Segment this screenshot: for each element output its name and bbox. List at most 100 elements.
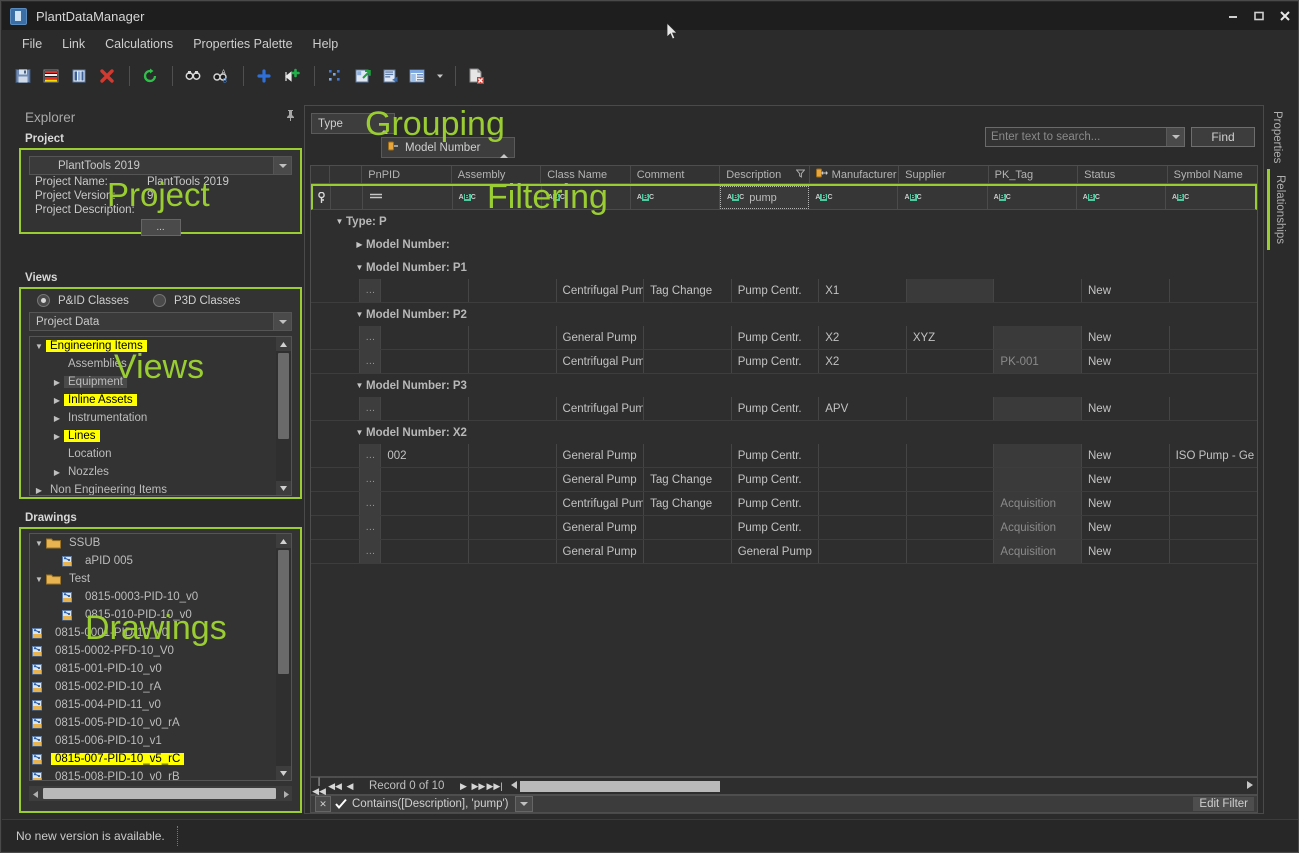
scroll-left-icon[interactable] — [508, 780, 520, 792]
table-row[interactable]: … Centrifugal Pump Tag Change Pump Centr… — [311, 492, 1257, 516]
tree-item-drawing-0815-001[interactable]: 0815-001-PID-10_v0 — [30, 660, 276, 678]
views-data-combo[interactable]: Project Data — [29, 312, 292, 331]
table-row[interactable]: … General Pump Pump Centr. X2 XYZ New — [311, 326, 1257, 350]
expander-right-icon[interactable]: ▶ — [353, 240, 366, 249]
tab-properties[interactable]: Properties — [1267, 105, 1287, 169]
edit-filter-button[interactable]: Edit Filter — [1193, 797, 1254, 811]
layout-dropdown-icon[interactable] — [434, 63, 446, 89]
scrollbar-thumb[interactable] — [43, 788, 276, 799]
tree-item-drawing-0815-0001[interactable]: 0815-0001-PID-10_v0 — [30, 624, 276, 642]
group-row-model-number-blank[interactable]: ▶ Model Number: — [311, 233, 1257, 256]
abc-icon[interactable]: ABC — [815, 194, 833, 201]
table-row[interactable]: … General Pump Pump Centr. Acquisition N… — [311, 516, 1257, 540]
grid-column-header-supplier[interactable]: Supplier — [899, 166, 989, 183]
nav-last-button[interactable]: ▶▶| — [486, 781, 502, 792]
grid-hscrollbar[interactable] — [520, 780, 1243, 792]
table-rows-icon[interactable] — [38, 63, 64, 89]
group-row-model-number-x2[interactable]: ▼ Model Number: X2 — [311, 421, 1257, 444]
expander-right-icon[interactable]: ▶ — [50, 378, 64, 387]
grid-column-header-pk-tag[interactable]: PK_Tag — [989, 166, 1079, 183]
delete-icon[interactable] — [94, 63, 120, 89]
tree-item-drawing-0815-002[interactable]: 0815-002-PID-10_rA — [30, 678, 276, 696]
export-icon[interactable] — [350, 63, 376, 89]
layout-icon[interactable] — [406, 63, 432, 89]
row-expand-cell[interactable]: … — [360, 397, 382, 420]
filter-cell-manufacturer[interactable]: ABC — [809, 186, 899, 209]
drawings-tree[interactable]: ▼ SSUB aPID 005 ▼ Test 0815-0003-PID-10_… — [29, 533, 292, 781]
grid-column-header-assembly[interactable]: Assembly — [452, 166, 542, 183]
scrollbar-thumb[interactable] — [278, 550, 289, 674]
minimize-icon[interactable] — [1220, 3, 1246, 29]
table-row[interactable]: … Centrifugal Pump Tag Change Pump Centr… — [311, 279, 1257, 303]
table-row[interactable]: … Centrifugal Pump Pump Centr. APV New — [311, 397, 1257, 421]
chevron-down-icon[interactable] — [273, 157, 291, 174]
scroll-up-icon[interactable] — [276, 337, 291, 351]
chevron-down-icon[interactable] — [514, 796, 533, 812]
grid-column-header-pnpid[interactable]: PnPID — [362, 166, 452, 183]
menu-item-help[interactable]: Help — [303, 33, 349, 55]
grid-column-header-symbol-name[interactable]: Symbol Name — [1168, 166, 1257, 183]
tree-item-drawing-0815-0002[interactable]: 0815-0002-PFD-10_V0 — [30, 642, 276, 660]
grid-column-header-manufacturer[interactable]: Manufacturer — [810, 166, 900, 183]
drawings-tree-scrollbar[interactable] — [276, 534, 291, 780]
row-expand-cell[interactable]: … — [360, 468, 382, 491]
tree-item-equipment[interactable]: ▶ Equipment — [30, 373, 276, 391]
tree-item-lines[interactable]: ▶ Lines — [30, 427, 276, 445]
row-expand-cell[interactable]: … — [360, 516, 382, 539]
expander-right-icon[interactable]: ▶ — [32, 486, 46, 495]
drawings-hscrollbar[interactable] — [29, 786, 292, 801]
sort-ascending-icon[interactable] — [500, 141, 508, 158]
tab-relationships[interactable]: Relationships — [1267, 169, 1290, 251]
row-expand-cell[interactable]: … — [360, 279, 382, 302]
row-expand-cell[interactable]: … — [360, 540, 382, 563]
columns-icon[interactable] — [66, 63, 92, 89]
maximize-icon[interactable] — [1246, 3, 1272, 29]
filter-cell-pnpid[interactable] — [363, 186, 453, 209]
scroll-right-icon[interactable] — [1243, 780, 1257, 792]
abc-icon[interactable]: ABC — [637, 194, 654, 201]
expander-down-icon[interactable]: ▼ — [32, 539, 46, 548]
abc-icon[interactable]: ABC — [727, 194, 744, 201]
add-icon[interactable] — [251, 63, 277, 89]
filter-cell-pk-tag[interactable]: ABC — [988, 186, 1077, 209]
filter-cell-supplier[interactable]: ABC — [898, 186, 988, 209]
menu-item-properties-palette[interactable]: Properties Palette — [183, 33, 302, 55]
row-expand-cell[interactable]: … — [360, 492, 382, 515]
tree-item-inline-assets[interactable]: ▶ Inline Assets — [30, 391, 276, 409]
scroll-down-icon[interactable] — [276, 766, 291, 780]
sort-ascending-icon[interactable] — [380, 117, 388, 134]
table-row[interactable]: … General Pump Tag Change Pump Centr. Ne… — [311, 468, 1257, 492]
abc-icon[interactable]: ABC — [1083, 194, 1100, 201]
table-row[interactable]: … Centrifugal Pump Pump Centr. X2 PK-001… — [311, 350, 1257, 374]
expander-right-icon[interactable]: ▶ — [50, 468, 64, 477]
abc-icon[interactable]: ABC — [548, 194, 565, 201]
filter-cell-class-name[interactable]: ABC — [542, 186, 631, 209]
expander-down-icon[interactable]: ▼ — [32, 342, 46, 351]
group-row-model-number-p3[interactable]: ▼ Model Number: P3 — [311, 374, 1257, 397]
group-by-box[interactable]: Type Model Number Enter text to search..… — [305, 106, 1263, 161]
find-icon[interactable] — [180, 63, 206, 89]
row-expand-cell[interactable]: … — [360, 350, 382, 373]
nav-prev-button[interactable]: ◀ — [343, 781, 357, 792]
nav-next-button[interactable]: ▶ — [456, 781, 470, 792]
views-tree-scrollbar[interactable] — [276, 337, 291, 495]
tree-item-drawing-0815-0003[interactable]: 0815-0003-PID-10_v0 — [30, 588, 276, 606]
chevron-down-icon[interactable] — [1166, 128, 1184, 146]
filter-cell-comment[interactable]: ABC — [631, 186, 721, 209]
close-icon[interactable] — [1272, 3, 1298, 29]
project-more-button[interactable]: ... — [140, 219, 181, 236]
menu-item-calculations[interactable]: Calculations — [95, 33, 183, 55]
refresh-icon[interactable] — [137, 63, 163, 89]
expander-down-icon[interactable]: ▼ — [353, 428, 366, 437]
group-chip-type[interactable]: Type — [311, 113, 395, 134]
project-combo[interactable]: PlantTools 2019 — [29, 156, 292, 175]
menu-item-link[interactable]: Link — [52, 33, 95, 55]
abc-icon[interactable]: ABC — [1172, 194, 1189, 201]
tree-item-location[interactable]: Location — [30, 445, 276, 463]
filter-enabled-checkbox[interactable] — [335, 798, 347, 810]
tree-item-drawing-0815-010[interactable]: 0815-010-PID-10_v0 — [30, 606, 276, 624]
row-expand-cell[interactable]: … — [360, 326, 382, 349]
menu-item-file[interactable]: File — [12, 33, 52, 55]
find-replace-icon[interactable]: A B — [208, 63, 234, 89]
find-button[interactable]: Find — [1191, 127, 1255, 147]
